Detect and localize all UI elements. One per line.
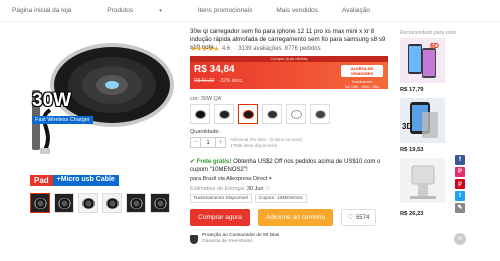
pad-label: Pad: [30, 175, 53, 186]
edit-icon[interactable]: ✎: [455, 203, 465, 213]
buy-now-button[interactable]: Comprar agora: [190, 209, 250, 226]
thumbnail[interactable]: [102, 193, 122, 213]
free-shipping-label: Frete grátis!: [196, 159, 232, 165]
facebook-icon[interactable]: f: [455, 155, 465, 165]
color-swatch[interactable]: [286, 104, 306, 124]
color-swatch[interactable]: [310, 104, 330, 124]
flash-countdown: 1d: 05h : 40m : 30s: [344, 84, 380, 89]
rating-stars-icon: ★★★★★: [190, 46, 219, 53]
nav-store-home[interactable]: Página inicial da loja: [0, 7, 83, 14]
rating-row: ★★★★★ 4.6 · 3139 avaliações 8776 pedidos: [190, 45, 321, 53]
nav-promotions[interactable]: Itens promocionais: [186, 7, 265, 14]
info-icon[interactable]: ⓘ: [265, 186, 271, 192]
recommended-item-image[interactable]: [400, 158, 445, 203]
recommended-price: R$ 19,53: [400, 147, 424, 153]
add-to-cart-button[interactable]: Adicione ao carrinho: [258, 209, 333, 226]
color-swatch[interactable]: [190, 104, 210, 124]
thumbnail[interactable]: [126, 193, 146, 213]
chevron-down-icon: ▾: [159, 8, 162, 14]
current-price: R$ 34,84: [194, 64, 235, 75]
quantity-input[interactable]: 1: [201, 137, 215, 148]
reviews-count[interactable]: 3139 avaliações: [238, 46, 281, 52]
buyer-protection: Proteção ao Consumidor de 90 Dias Garant…: [190, 233, 279, 245]
orders-count: 8776 pedidos: [284, 46, 321, 52]
shield-icon: [190, 234, 198, 244]
increase-button[interactable]: +: [215, 137, 226, 148]
color-swatch-selected[interactable]: [238, 104, 258, 124]
recommended-3d-label: 3D: [402, 122, 413, 131]
svg-text:6D: 6D: [430, 43, 439, 50]
color-swatch[interactable]: [262, 104, 282, 124]
pinterest-alt-icon[interactable]: p: [455, 179, 465, 189]
twitter-icon[interactable]: t: [455, 191, 465, 201]
recommended-item-image[interactable]: 6D: [400, 38, 445, 83]
quantity-label: Quantidade:: [190, 129, 220, 135]
color-label: cor: 30W QA: [190, 96, 222, 102]
check-icon: ✔: [190, 159, 196, 165]
availability-info: Adicional 3% desc. (5 itens ou mais) 178…: [230, 137, 303, 149]
stock-note: 17886 itens disponíveis: [230, 143, 278, 148]
thumbnail[interactable]: [30, 193, 50, 213]
recommended-price: R$ 26,23: [400, 211, 424, 217]
protection-subtitle: Garantia de Reembolso: [202, 239, 253, 244]
heart-icon: ♡: [347, 214, 354, 221]
tracking-tag: Rastreamento Disponível: [190, 194, 252, 203]
original-price: R$ 51,23: [194, 78, 215, 84]
ship-to[interactable]: para Brazil via Aliexpress Direct ▾: [190, 176, 272, 182]
nav-products[interactable]: Produtos ▾: [83, 7, 186, 14]
recommended-price: R$ 17,79: [400, 87, 424, 93]
product-page: Página inicial da loja Produtos ▾ Itens p…: [0, 0, 500, 261]
wishlist-count: 5574: [355, 215, 370, 221]
ship-to-text: para Brazil via Aliexpress Direct: [190, 176, 268, 182]
estimate-date: 30 Jun: [246, 186, 264, 192]
flash-sale-box: ALERTA DE VENDORES Termina em 1d: 05h : …: [341, 65, 383, 89]
color-swatches: [190, 104, 330, 124]
wattage-label: 30W: [32, 90, 72, 111]
separator: ·: [233, 46, 236, 52]
close-icon[interactable]: ×: [454, 233, 466, 245]
shipping-tags: Rastreamento Disponível Cupom: 10MENOS2: [190, 194, 307, 203]
thumbnail-strip: [30, 193, 170, 213]
main-product-image[interactable]: 30W Fast Wireless Charger Pad +Micro usb…: [30, 30, 180, 188]
price-banner: Compre já as ofertas R$ 34,84 R$ 51,23 -…: [190, 56, 388, 89]
fast-charger-label: Fast Wireless Charger: [32, 116, 93, 124]
estimate-label: Estimativa de Entrega:: [190, 186, 246, 192]
rating-value: 4.6: [221, 46, 231, 52]
chevron-down-icon: ▾: [268, 176, 272, 182]
share-buttons: f P p t ✎: [455, 155, 465, 213]
cable-label: +Micro usb Cable: [52, 175, 119, 186]
pinterest-icon[interactable]: P: [455, 167, 465, 177]
thumbnail[interactable]: [150, 193, 170, 213]
recommended-item-image[interactable]: 3D: [400, 98, 445, 143]
thumbnail[interactable]: [54, 193, 74, 213]
store-nav: Página inicial da loja Produtos ▾ Itens p…: [0, 0, 500, 22]
promo-strip[interactable]: Compre já as ofertas: [190, 56, 388, 62]
nav-best-sellers[interactable]: Mais vendidos: [264, 7, 330, 14]
discount-percent: -32% desc.: [218, 78, 244, 84]
quantity-stepper: − 1 +: [190, 137, 226, 148]
nav-reviews[interactable]: Avaliação: [330, 7, 382, 14]
flash-sale-tag: ALERTA DE VENDORES: [341, 65, 383, 77]
delivery-estimate: Estimativa de Entrega: 30 Jun ⓘ: [190, 184, 270, 192]
coupon-tag[interactable]: Cupom: 10MENOS2: [254, 194, 307, 203]
price-original-row: R$ 51,23 -32% desc.: [194, 78, 244, 84]
shipping-info: ✔ Frete grátis! Obtenha US$2 Off nos ped…: [190, 158, 395, 174]
thumbnail[interactable]: [78, 193, 98, 213]
decrease-button[interactable]: −: [190, 137, 201, 148]
action-row: Comprar agora Adicione ao carrinho ♡ 5574: [190, 209, 376, 226]
pad-cable-banner: Pad +Micro usb Cable: [30, 175, 119, 186]
color-swatch[interactable]: [214, 104, 234, 124]
wishlist-button[interactable]: ♡ 5574: [341, 209, 376, 226]
recommended-title: Recomendado para você: [400, 30, 456, 36]
